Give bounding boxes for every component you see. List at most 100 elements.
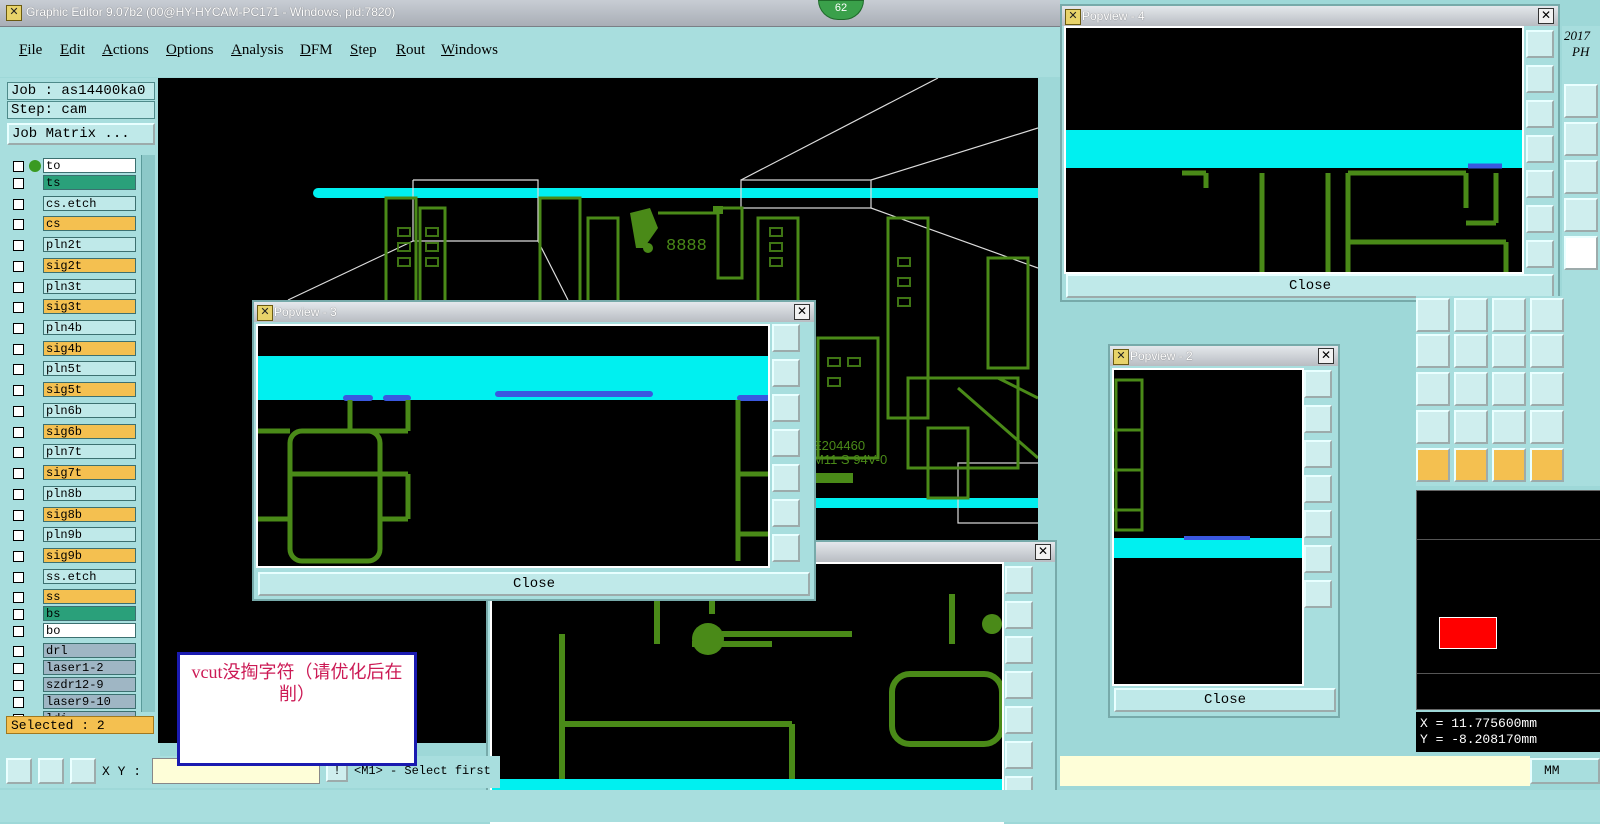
pan-up-button[interactable] xyxy=(1005,601,1033,629)
menu-analysis[interactable]: Analysis xyxy=(231,42,284,59)
units-selector[interactable]: MM xyxy=(1530,758,1600,784)
pan-up-button[interactable] xyxy=(1526,65,1554,93)
popview-2-view[interactable] xyxy=(1112,368,1304,686)
snap-tool[interactable] xyxy=(1564,122,1598,156)
select-poly-tool[interactable] xyxy=(1492,448,1526,482)
layer-checkbox[interactable] xyxy=(13,646,24,657)
layer-name[interactable]: sig5t xyxy=(43,382,136,397)
pan-down-button[interactable] xyxy=(772,394,800,422)
layer-checkbox[interactable] xyxy=(13,680,24,691)
layer-checkbox[interactable] xyxy=(13,530,24,541)
layer-name[interactable]: pln3t xyxy=(43,279,136,294)
layer-checkbox[interactable] xyxy=(13,282,24,293)
layer-name[interactable]: cs xyxy=(43,216,136,231)
layer-row[interactable]: pln3t xyxy=(9,279,144,296)
layer-checkbox[interactable] xyxy=(13,219,24,230)
zoom-in-button[interactable] xyxy=(1304,545,1332,573)
menu-actions[interactable]: Actions xyxy=(102,42,149,59)
layer-row[interactable]: pln8b xyxy=(9,486,144,503)
layer-checkbox[interactable] xyxy=(13,240,24,251)
net-tool[interactable] xyxy=(1564,198,1598,232)
select-box-tool[interactable] xyxy=(1454,448,1488,482)
layer-row[interactable]: sig9b xyxy=(9,548,144,565)
polygon-up-tool[interactable] xyxy=(1454,410,1488,444)
layer-row[interactable]: sig7t xyxy=(9,465,144,482)
layer-checkbox[interactable] xyxy=(13,592,24,603)
popview-lower-view[interactable] xyxy=(490,562,1004,824)
pan-right-button[interactable] xyxy=(1005,706,1033,734)
measure-tool[interactable] xyxy=(1492,372,1526,406)
layer-name[interactable]: bo xyxy=(43,623,136,638)
popview-2-close-button[interactable]: Close xyxy=(1114,688,1336,712)
pan-left-button[interactable] xyxy=(1304,475,1332,503)
layer-row[interactable]: cs xyxy=(9,216,144,233)
menu-step[interactable]: Step xyxy=(350,42,377,59)
layer-checkbox[interactable] xyxy=(13,261,24,272)
zoom-window-button[interactable] xyxy=(1304,370,1332,398)
job-matrix-button[interactable]: Job Matrix ... xyxy=(7,123,155,145)
layer-checkbox[interactable] xyxy=(13,406,24,417)
close-icon[interactable]: ✕ xyxy=(1318,348,1334,364)
zoom-window-button[interactable] xyxy=(1005,566,1033,594)
layer-row[interactable]: bo xyxy=(9,623,144,640)
layer-row[interactable]: ss xyxy=(9,589,144,606)
layer-name[interactable]: pln2t xyxy=(43,237,136,252)
layer-checkbox[interactable] xyxy=(13,161,24,172)
layer-name[interactable]: sig6b xyxy=(43,424,136,439)
layer-name[interactable]: ts xyxy=(43,175,136,190)
layer-name[interactable]: sig2t xyxy=(43,258,136,273)
layer-name[interactable]: szdr12-9 xyxy=(43,677,136,692)
layer-row[interactable]: sig2t xyxy=(9,258,144,275)
layer-checkbox[interactable] xyxy=(13,427,24,438)
layer-row[interactable]: szdr12-9 xyxy=(9,677,144,694)
layer-checkbox[interactable] xyxy=(13,489,24,500)
layer-checkbox[interactable] xyxy=(13,663,24,674)
layer-row[interactable]: bs xyxy=(9,606,144,623)
pan-right-button[interactable] xyxy=(772,464,800,492)
layer-checkbox[interactable] xyxy=(13,447,24,458)
grid-icon[interactable] xyxy=(70,758,96,784)
layer-name[interactable]: cs.etch xyxy=(43,196,136,211)
layer-name[interactable]: drl xyxy=(43,643,136,658)
close-icon[interactable]: ✕ xyxy=(794,304,810,320)
layer-checkbox[interactable] xyxy=(13,468,24,479)
group-tool[interactable] xyxy=(1530,372,1564,406)
layer-checkbox[interactable] xyxy=(13,697,24,708)
zoom-window-button[interactable] xyxy=(1526,30,1554,58)
layer-row[interactable]: pln9b xyxy=(9,527,144,544)
layer-row[interactable]: to xyxy=(9,158,144,175)
layer-checkbox[interactable] xyxy=(13,199,24,210)
layer-row[interactable]: ts xyxy=(9,175,144,192)
popview-3-view[interactable] xyxy=(256,324,770,568)
layer-name[interactable]: ss xyxy=(43,589,136,604)
layer-row[interactable]: ss.etch xyxy=(9,569,144,586)
pan-left-button[interactable] xyxy=(1526,135,1554,163)
menu-edit[interactable]: Edit xyxy=(60,42,85,59)
layer-name[interactable]: sig4b xyxy=(43,341,136,356)
select-net-tool[interactable] xyxy=(1530,448,1564,482)
layer-checkbox[interactable] xyxy=(13,572,24,583)
layer-checkbox[interactable] xyxy=(13,385,24,396)
zoom-fit-icon[interactable] xyxy=(6,758,32,784)
popview-4-close-button[interactable]: Close xyxy=(1066,274,1554,298)
layer-name[interactable]: bs xyxy=(43,606,136,621)
layer-name[interactable]: pln4b xyxy=(43,320,136,335)
layer-row[interactable]: pln4b xyxy=(9,320,144,337)
zoom-window-button[interactable] xyxy=(772,324,800,352)
zoom-out-button[interactable] xyxy=(1304,580,1332,608)
zoom-out-button[interactable] xyxy=(772,534,800,562)
connect-tool[interactable] xyxy=(1416,298,1450,332)
layer-row[interactable]: pln2t xyxy=(9,237,144,254)
layer-checkbox[interactable] xyxy=(13,626,24,637)
polygon-side-tool[interactable] xyxy=(1530,410,1564,444)
layer-name[interactable]: sig3t xyxy=(43,299,136,314)
close-icon[interactable]: ✕ xyxy=(1035,544,1051,560)
layer-name[interactable]: sig7t xyxy=(43,465,136,480)
pan-down-button[interactable] xyxy=(1304,440,1332,468)
layer-checkbox[interactable] xyxy=(13,178,24,189)
layer-name[interactable]: pln7t xyxy=(43,444,136,459)
menu-rout[interactable]: Rout xyxy=(396,42,425,59)
star-tool[interactable] xyxy=(1454,298,1488,332)
layer-name[interactable]: pln9b xyxy=(43,527,136,542)
help-tool[interactable] xyxy=(1564,160,1598,194)
